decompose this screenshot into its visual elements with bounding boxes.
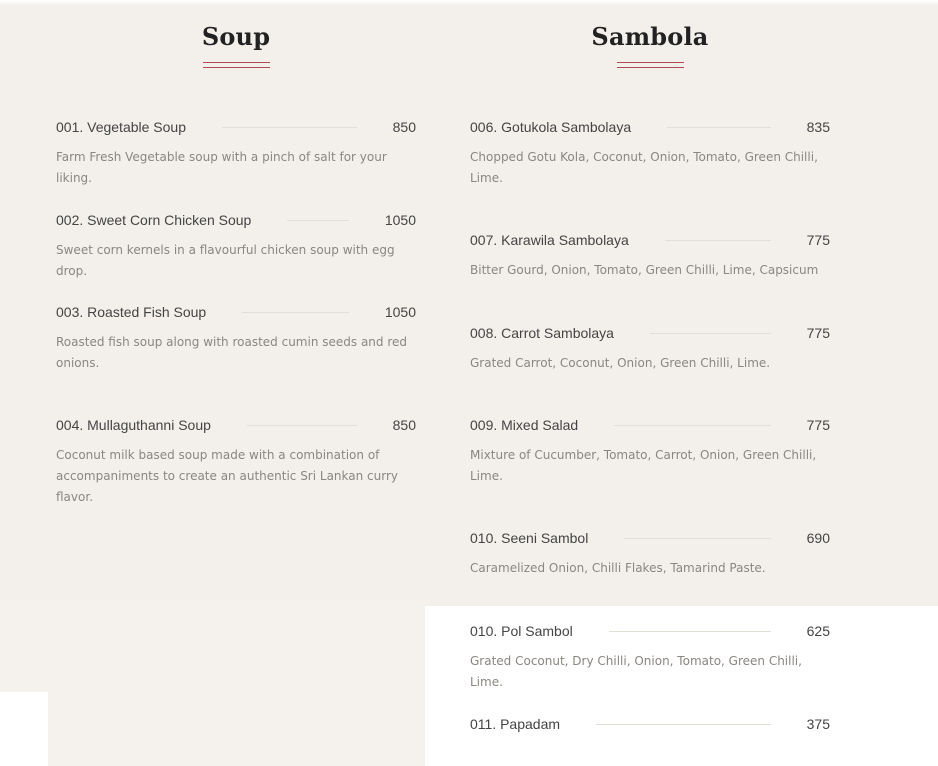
- menu-item-price: 690: [806, 530, 830, 546]
- menu-item-price: 775: [806, 417, 830, 433]
- menu-item-name: 002. Sweet Corn Chicken Soup: [56, 212, 252, 228]
- menu-item-price: 775: [806, 232, 830, 248]
- menu-item-price: 625: [806, 623, 830, 639]
- menu-item-price: 850: [392, 417, 416, 433]
- menu-item-description: Bitter Gourd, Onion, Tomato, Green Chill…: [470, 263, 819, 277]
- menu-item-price: 850: [392, 119, 416, 135]
- menu-item: 011. Papadam 375: [470, 714, 830, 734]
- menu-item: 010. Pol Sambol 625 Grated Coconut, Dry …: [470, 621, 830, 693]
- menu-item-name: 007. Karawila Sambolaya: [470, 232, 629, 248]
- menu-item-price: 1050: [384, 212, 416, 228]
- menu-item-name: 006. Gotukola Sambolaya: [470, 119, 632, 135]
- menu-item-description: Chopped Gotu Kola, Coconut, Onion, Tomat…: [470, 150, 818, 185]
- menu-item-description: Farm Fresh Vegetable soup with a pinch o…: [56, 150, 387, 185]
- menu-item-divider: [608, 630, 771, 632]
- menu-item: 009. Mixed Salad 775 Mixture of Cucumber…: [470, 415, 830, 487]
- menu-item-description: Grated Carrot, Coconut, Onion, Green Chi…: [470, 356, 771, 370]
- soup-heading-underline: [203, 62, 270, 68]
- menu-item-divider: [649, 332, 771, 334]
- menu-item-divider: [664, 239, 771, 241]
- menu-item-divider: [667, 126, 771, 128]
- menu-item-description: Roasted fish soup along with roasted cum…: [56, 335, 408, 370]
- menu-item-name: 001. Vegetable Soup: [56, 119, 187, 135]
- menu-item: 008. Carrot Sambolaya 775 Grated Carrot,…: [470, 323, 830, 374]
- menu-item-divider: [287, 219, 349, 221]
- menu-item-name: 004. Mullaguthanni Soup: [56, 417, 211, 433]
- menu-item: 007. Karawila Sambolaya 775 Bitter Gourd…: [470, 230, 830, 281]
- menu-item-divider: [246, 424, 357, 426]
- menu-item-divider: [222, 126, 357, 128]
- menu-item-description: Mixture of Cucumber, Tomato, Carrot, Oni…: [470, 448, 817, 483]
- menu-item: 001. Vegetable Soup 850 Farm Fresh Veget…: [56, 117, 416, 189]
- menu-item-name: 008. Carrot Sambolaya: [470, 325, 614, 341]
- menu-item: 003. Roasted Fish Soup 1050 Roasted fish…: [56, 302, 416, 374]
- sambola-heading-underline: [617, 62, 684, 68]
- menu-item-price: 775: [806, 325, 830, 341]
- sambola-heading: Sambola: [591, 22, 709, 51]
- menu-item-price: 1050: [384, 304, 416, 320]
- menu-item-name: 009. Mixed Salad: [470, 417, 579, 433]
- menu-item-name: 010. Pol Sambol: [470, 623, 573, 639]
- menu-item-description: Grated Coconut, Dry Chilli, Onion, Tomat…: [470, 654, 802, 689]
- menu-item-price: 835: [806, 119, 830, 135]
- menu-item: 004. Mullaguthanni Soup 850 Coconut milk…: [56, 415, 416, 508]
- menu-item-name: 010. Seeni Sambol: [470, 530, 589, 546]
- menu-item: 010. Seeni Sambol 690 Caramelized Onion,…: [470, 528, 830, 579]
- menu-item-price: 375: [806, 716, 830, 732]
- menu-item: 002. Sweet Corn Chicken Soup 1050 Sweet …: [56, 210, 416, 282]
- menu-item-description: Sweet corn kernels in a flavourful chick…: [56, 243, 395, 278]
- menu-item-name: 011. Papadam: [470, 716, 561, 732]
- menu-item-divider: [596, 723, 771, 725]
- paper-texture-bottom-edge: [0, 692, 48, 766]
- soup-heading: Soup: [201, 22, 271, 51]
- paper-texture-bottom-left: [0, 600, 430, 766]
- paper-texture-top: [0, 0, 938, 6]
- menu-item-name: 003. Roasted Fish Soup: [56, 304, 207, 320]
- menu-item-description: Coconut milk based soup made with a comb…: [56, 448, 399, 504]
- menu-item-description: Caramelized Onion, Chilli Flakes, Tamari…: [470, 561, 766, 575]
- menu-item-divider: [242, 311, 349, 313]
- menu-item-divider: [614, 424, 771, 426]
- menu-item: 006. Gotukola Sambolaya 835 Chopped Gotu…: [470, 117, 830, 189]
- menu-item-divider: [624, 537, 771, 539]
